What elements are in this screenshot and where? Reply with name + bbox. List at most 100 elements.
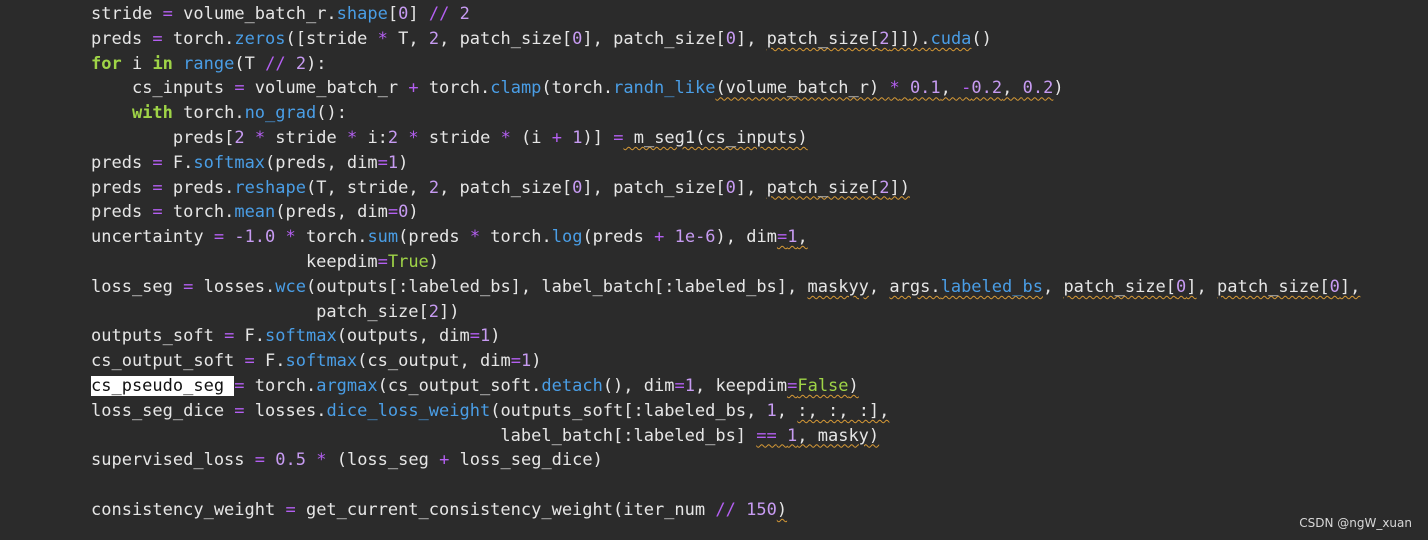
code-token: * <box>254 127 266 148</box>
code-token: wce <box>275 276 306 297</box>
code-token: patch_size[ <box>1217 276 1330 297</box>
code-token: = <box>183 276 194 297</box>
code-line[interactable]: cs_pseudo_seg = torch.argmax(cs_output_s… <box>91 374 1411 399</box>
code-token: 1 <box>572 127 583 148</box>
code-token: 0.2 <box>971 78 1003 99</box>
code-token: = <box>613 127 624 148</box>
code-token: loss_seg_dice) <box>449 450 603 471</box>
code-token: zeros <box>234 28 286 49</box>
code-token: (), dim <box>602 375 675 396</box>
code-token: False <box>797 375 849 396</box>
code-line[interactable]: preds = preds.reshape(T, stride, 2, patc… <box>91 176 1411 201</box>
code-token: 0 <box>398 202 409 223</box>
code-token: 0 <box>1329 276 1340 297</box>
code-token: torch. <box>418 78 491 99</box>
code-token: , patch_size[ <box>439 177 573 198</box>
code-token: detach <box>541 375 603 396</box>
code-token: = <box>244 351 255 372</box>
code-token: patch_size[ <box>766 177 880 198</box>
code-token: torch. <box>162 202 235 223</box>
code-line[interactable]: preds[2 * stride * i:2 * stride * (i + 1… <box>91 126 1411 151</box>
code-token: + <box>654 227 665 248</box>
code-token: True <box>387 251 429 272</box>
code-line[interactable]: consistency_weight = get_current_consist… <box>91 498 1411 523</box>
code-token: * <box>316 450 327 471</box>
code-line[interactable]: supervised_loss = 0.5 * (loss_seg + loss… <box>91 448 1411 473</box>
code-editor[interactable]: stride = volume_batch_r.shape[0] // 2 pre… <box>91 2 1411 523</box>
code-token: , <box>940 78 962 99</box>
code-token: mean <box>234 202 276 223</box>
code-line[interactable]: for i in range(T // 2): <box>91 52 1411 77</box>
code-token: * <box>285 227 296 248</box>
code-token: , patch_size[ <box>439 28 573 49</box>
code-token: loss_seg_dice <box>91 400 235 421</box>
code-token: uncertainty <box>91 227 214 248</box>
code-line[interactable]: patch_size[2]) <box>91 300 1411 325</box>
code-line[interactable]: label_batch[:labeled_bs] == 1, masky) <box>91 424 1411 449</box>
code-token: softmax <box>193 152 266 173</box>
code-token: ], <box>1339 276 1361 297</box>
code-token: range <box>183 53 235 74</box>
code-token: dice_loss_weight <box>326 400 491 421</box>
code-token: * <box>377 28 388 49</box>
code-token: ]) <box>439 301 460 322</box>
code-line[interactable]: with torch.no_grad(): <box>91 101 1411 126</box>
code-token: 1 <box>520 351 532 372</box>
code-line[interactable]: cs_inputs = volume_batch_r + torch.clamp… <box>91 76 1411 101</box>
code-token: = <box>152 28 163 49</box>
code-line[interactable]: preds = F.softmax(preds, dim=1) <box>91 151 1411 176</box>
code-token: no_grad <box>244 103 317 124</box>
code-token: torch. <box>172 103 245 124</box>
code-token: , <box>776 400 798 421</box>
code-line[interactable]: preds = torch.mean(preds, dim=0) <box>91 200 1411 225</box>
code-line[interactable]: uncertainty = -1.0 * torch.sum(preds * t… <box>91 225 1411 250</box>
code-line[interactable]: keepdim=True) <box>91 250 1411 275</box>
code-token: (i <box>510 127 552 148</box>
code-token: ) <box>776 499 788 520</box>
code-token: * <box>469 227 481 248</box>
code-token: :, :, :], <box>797 400 890 421</box>
code-token: 0 <box>398 4 409 24</box>
code-token: 0.5 <box>275 450 306 471</box>
code-token: loss_seg <box>91 276 184 297</box>
code-token: 1e-6 <box>674 227 716 248</box>
code-line[interactable]: cs_output_soft = F.softmax(cs_output, di… <box>91 349 1411 374</box>
code-token: ] <box>1186 276 1197 297</box>
code-token: = <box>213 227 225 248</box>
code-token: = <box>387 202 399 223</box>
code-token: outputs_soft <box>91 326 225 347</box>
code-token: , masky) <box>797 425 880 446</box>
code-token: [ <box>387 4 399 24</box>
code-token: softmax <box>285 351 358 372</box>
code-token: losses. <box>193 276 276 297</box>
code-token: stride <box>418 127 501 148</box>
code-token: + <box>551 127 563 148</box>
code-line[interactable]: preds = torch.zeros([stride * T, 2, patc… <box>91 27 1411 52</box>
code-token: = <box>776 227 788 248</box>
code-line[interactable]: loss_seg = losses.wce(outputs[:labeled_b… <box>91 275 1411 300</box>
code-token: patch_size[ <box>1063 276 1177 297</box>
code-token: 0 <box>725 177 736 198</box>
code-token: (): <box>316 103 347 124</box>
code-token: 2 <box>879 28 890 49</box>
code-token: (T, stride, <box>305 177 429 198</box>
code-token: args. <box>889 276 941 297</box>
code-line[interactable]: outputs_soft = F.softmax(outputs, dim=1) <box>91 324 1411 349</box>
code-token: = <box>152 177 163 198</box>
code-token: = <box>787 375 798 396</box>
code-token: for <box>91 53 122 74</box>
code-token: F. <box>162 152 194 173</box>
code-line[interactable] <box>91 473 1411 498</box>
code-token: 0 <box>1176 276 1187 297</box>
code-token: cuda <box>930 28 972 49</box>
code-line[interactable]: stride = volume_batch_r.shape[0] // 2 <box>91 2 1411 27</box>
code-token: F. <box>234 326 266 347</box>
code-line[interactable]: loss_seg_dice = losses.dice_loss_weight(… <box>91 399 1411 424</box>
